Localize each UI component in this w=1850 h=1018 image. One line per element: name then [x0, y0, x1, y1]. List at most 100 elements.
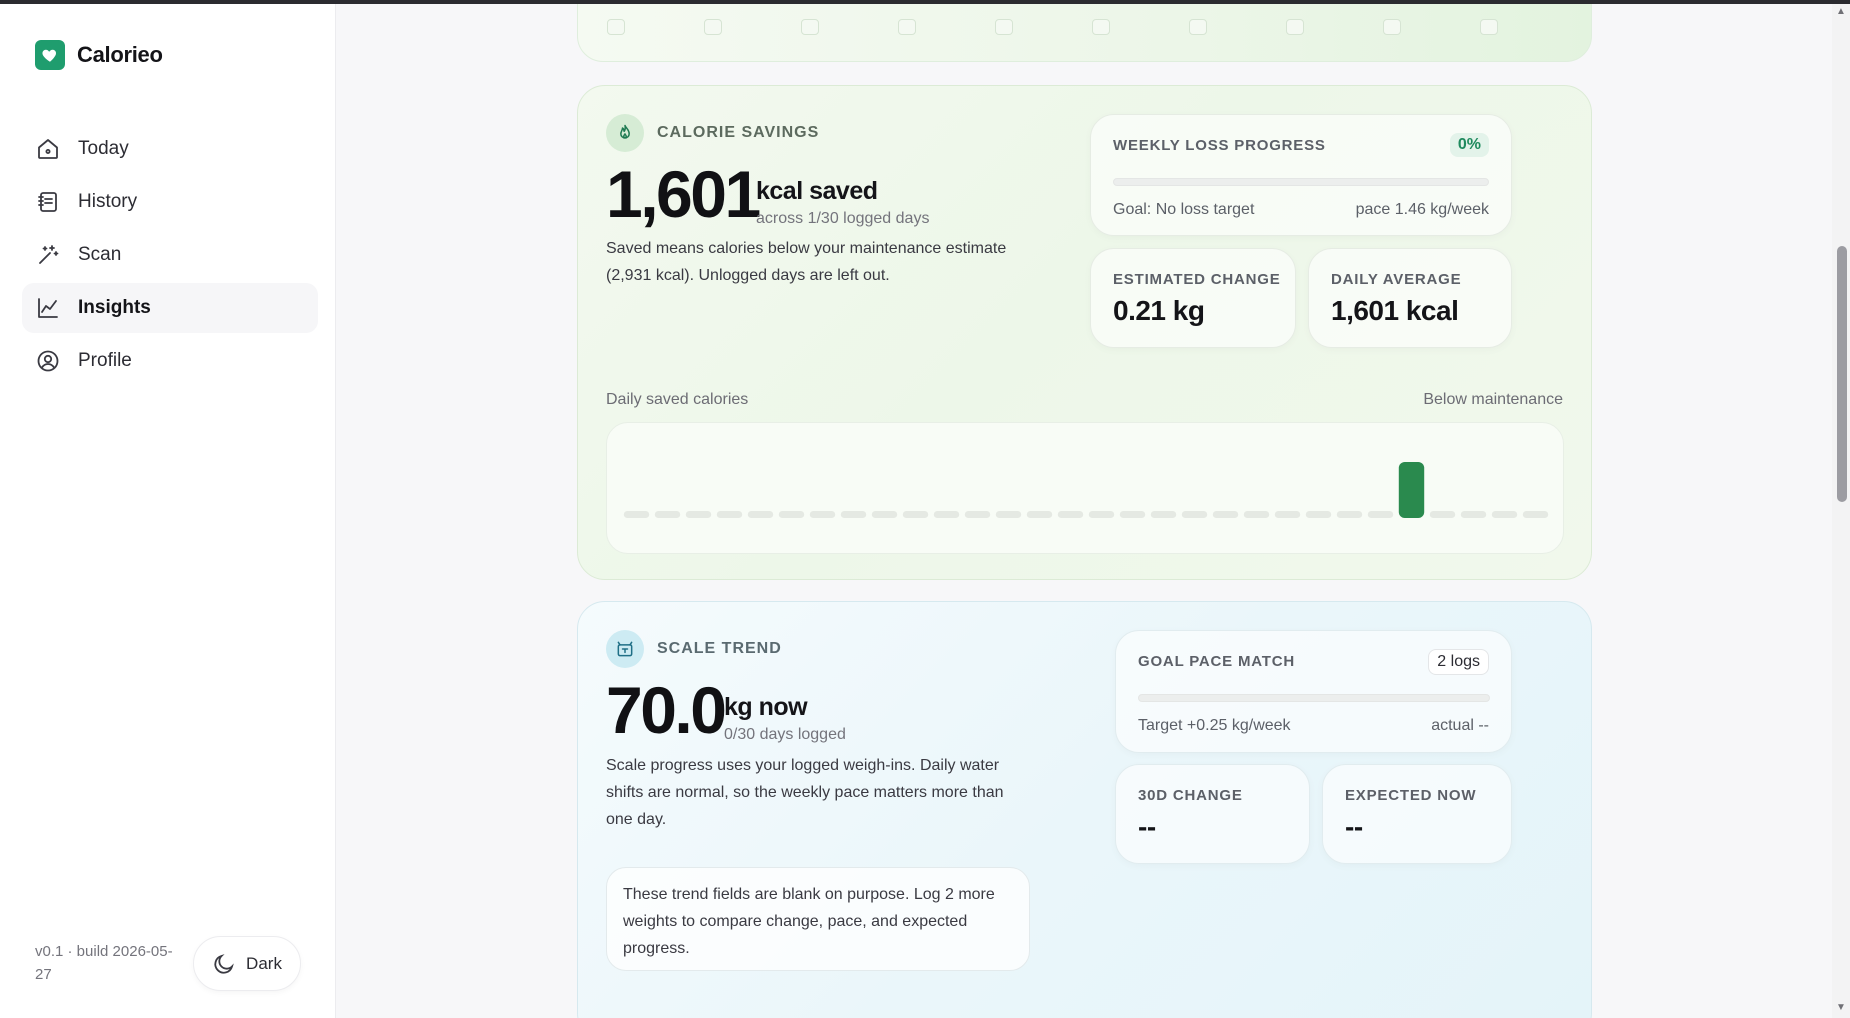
user-circle-icon [37, 350, 59, 372]
sidebar-item-history[interactable]: History [22, 177, 318, 227]
version-label: v0.1 · build 2026-05-27 [35, 943, 173, 983]
daily-average-panel: DAILY AVERAGE 1,601 kcal [1308, 248, 1512, 348]
chart-bar-day-13 [995, 511, 1022, 518]
stat-value: 0.21 kg [1113, 295, 1205, 326]
chart-bar-day-12 [964, 511, 991, 518]
section-title: SCALE TREND [657, 640, 782, 657]
dark-mode-button[interactable]: Dark [193, 936, 301, 991]
chart-bar-day-4 [716, 511, 743, 518]
chart-bar-day-14 [1026, 511, 1053, 518]
stat-label: ESTIMATED CHANGE [1113, 271, 1281, 288]
sidebar-item-scan[interactable]: Scan [22, 230, 318, 280]
calorie-savings-header: CALORIE SAVINGS [606, 114, 819, 152]
chart-bar-day-9 [871, 511, 898, 518]
chart-bar-day-18 [1150, 511, 1177, 518]
goal-pace-match-panel: GOAL PACE MATCH 2 logs Target +0.25 kg/w… [1115, 630, 1512, 753]
sidebar-item-label: Today [78, 138, 129, 159]
chart-bar-day-22 [1274, 511, 1301, 518]
chart-bar-day-6 [778, 511, 805, 518]
chart-bar-day-25 [1367, 511, 1394, 518]
scale-subunit: 0/30 days logged [724, 726, 846, 743]
scroll-thumb[interactable] [1837, 246, 1847, 502]
chart-bar-day-29 [1491, 511, 1518, 518]
blank-fields-note: These trend fields are blank on purpose.… [606, 867, 1030, 971]
chart-bar-day-16 [1088, 511, 1115, 518]
chart-bar-day-10 [902, 511, 929, 518]
chart-bar-day-30 [1522, 511, 1549, 518]
stat-label: 30D CHANGE [1138, 787, 1243, 804]
scale-trend-card: SCALE TREND 70.0 kg now 0/30 days logged… [577, 601, 1592, 1018]
chart-bar-day-28 [1460, 511, 1487, 518]
sidebar-item-label: History [78, 191, 138, 212]
chart-bar-day-5 [747, 511, 774, 518]
scale-unit: kg now [724, 693, 808, 721]
sidebar: Calorieo Today History Scan Insights Pro… [0, 4, 336, 1018]
chart-bar-day-8 [840, 511, 867, 518]
day-checkbox[interactable] [898, 19, 916, 35]
day-checkbox[interactable] [1383, 19, 1401, 35]
day-checkbox[interactable] [1092, 19, 1110, 35]
line-chart-icon [38, 298, 58, 318]
chart-bar-day-26 [1398, 462, 1425, 518]
logs-badge: 2 logs [1428, 649, 1489, 675]
chart-bar-day-7 [809, 511, 836, 518]
scroll-down-arrow-icon[interactable]: ▼ [1836, 1002, 1846, 1013]
chart-bar-day-21 [1243, 511, 1270, 518]
day-checkbox[interactable] [607, 19, 625, 35]
chart-bar-day-1 [623, 511, 650, 518]
sidebar-item-label: Insights [78, 297, 151, 318]
weekly-progress-bar [1113, 178, 1489, 186]
sparkle-wand-icon [39, 245, 59, 264]
chart-bar-day-27 [1429, 511, 1456, 518]
savings-value: 1,601 [606, 157, 761, 231]
book-icon [38, 192, 57, 212]
scrollbar[interactable]: ▲ ▼ [1832, 4, 1850, 1018]
sidebar-item-today[interactable]: Today [22, 124, 318, 174]
chart-bar-day-3 [685, 511, 712, 518]
sidebar-item-insights[interactable]: Insights [22, 283, 318, 333]
stat-value: -- [1345, 811, 1363, 842]
day-checkbox[interactable] [1189, 19, 1207, 35]
sidebar-item-profile[interactable]: Profile [22, 336, 318, 386]
savings-subunit: across 1/30 logged days [756, 210, 930, 227]
chart-bar-day-24 [1336, 511, 1363, 518]
calorie-savings-card: CALORIE SAVINGS 1,601 kcal saved across … [577, 85, 1592, 580]
actual-text: actual -- [1431, 717, 1489, 734]
flame-icon [606, 114, 644, 152]
day-checkbox-row [607, 19, 1498, 35]
stat-label: EXPECTED NOW [1345, 787, 1477, 804]
chart-bar-day-2 [654, 511, 681, 518]
day-checkbox[interactable] [1286, 19, 1304, 35]
pace-text: pace 1.46 kg/week [1355, 201, 1489, 218]
daily-saved-chart [606, 422, 1564, 554]
scroll-up-arrow-icon[interactable]: ▲ [1836, 6, 1846, 17]
sidebar-item-label: Scan [78, 244, 122, 265]
brand-name: Calorieo [77, 42, 163, 67]
stat-label: WEEKLY LOSS PROGRESS [1113, 137, 1326, 154]
day-checkbox[interactable] [801, 19, 819, 35]
day-checkbox[interactable] [1480, 19, 1498, 35]
main-content: CALORIE SAVINGS 1,601 kcal saved across … [337, 4, 1832, 1018]
stat-value: -- [1138, 811, 1156, 842]
moon-icon [214, 953, 234, 974]
goal-text: Goal: No loss target [1113, 201, 1255, 218]
section-title: CALORIE SAVINGS [657, 124, 820, 141]
scale-description: Scale progress uses your logged weigh-in… [606, 757, 1004, 828]
savings-unit: kcal saved [756, 177, 878, 205]
progress-badge: 0% [1449, 133, 1489, 157]
previous-card [577, 4, 1592, 62]
stat-value: 1,601 kcal [1331, 295, 1459, 326]
chart-bar-day-17 [1119, 511, 1146, 518]
day-checkbox[interactable] [704, 19, 722, 35]
chart-title: Daily saved calories [606, 391, 749, 408]
chart-bar-day-11 [933, 511, 960, 518]
target-text: Target +0.25 kg/week [1138, 717, 1291, 734]
savings-description: Saved means calories below your maintena… [606, 240, 1007, 284]
expected-now-panel: EXPECTED NOW -- [1322, 764, 1512, 864]
scale-icon [606, 630, 644, 668]
estimated-change-panel: ESTIMATED CHANGE 0.21 kg [1090, 248, 1296, 348]
scale-trend-header: SCALE TREND [606, 630, 782, 668]
day-checkbox[interactable] [995, 19, 1013, 35]
brand[interactable]: Calorieo [35, 40, 163, 70]
thirty-day-change-panel: 30D CHANGE -- [1115, 764, 1310, 864]
